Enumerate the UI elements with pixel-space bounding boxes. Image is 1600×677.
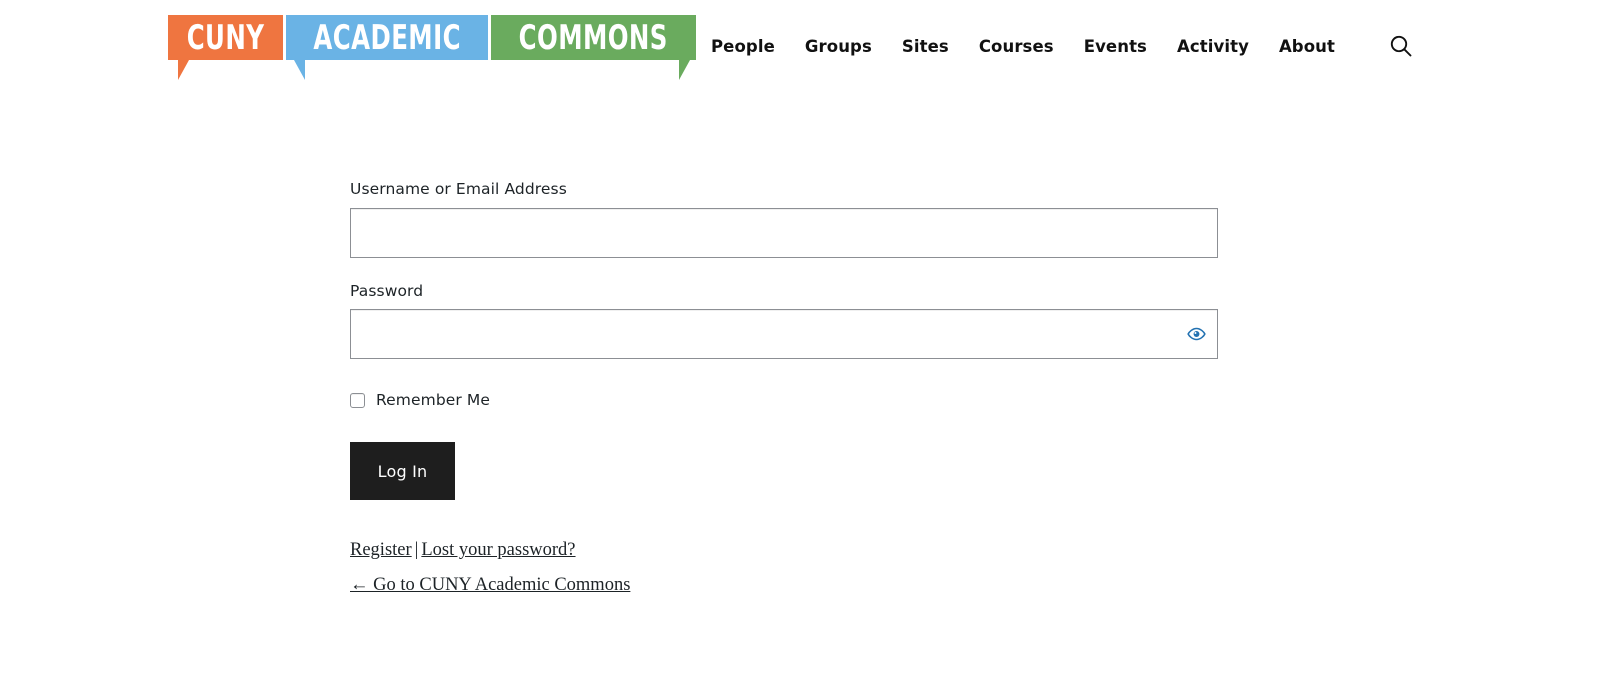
speech-tail-icon [294,60,306,80]
username-input[interactable] [350,207,1218,258]
main-navigation: People Groups Sites Courses Events Activ… [696,33,1600,59]
logo-block-commons: COMMONS [491,15,696,80]
search-icon[interactable] [1388,33,1414,59]
logo-text-commons: COMMONS [519,17,669,58]
password-field-group: Password [350,281,1600,360]
auth-links-row: Register | Lost your password? [350,540,1600,561]
nav-item-events[interactable]: Events [1069,37,1162,56]
remember-me-label[interactable]: Remember Me [376,391,490,409]
nav-item-activity[interactable]: Activity [1162,37,1264,56]
logo-block-academic: ACADEMIC [286,15,489,80]
logo-block-cuny: CUNY [168,15,284,80]
register-link[interactable]: Register [350,540,412,560]
password-input[interactable] [350,309,1218,360]
speech-tail-icon [178,60,189,80]
logo-text-cuny: CUNY [186,17,265,58]
remember-me-row: Remember Me [350,391,1600,409]
nav-item-groups[interactable]: Groups [790,37,887,56]
site-logo[interactable]: CUNY ACADEMIC COMMONS [168,15,696,80]
field-spacer [350,258,1600,281]
remember-me-checkbox[interactable] [350,392,365,408]
nav-item-courses[interactable]: Courses [964,37,1069,56]
nav-item-sites[interactable]: Sites [887,37,964,56]
login-form-container: Username or Email Address Password Remem… [0,92,1600,596]
site-header: CUNY ACADEMIC COMMONS People Groups Site… [0,0,1600,92]
back-to-site-link[interactable]: ← Go to CUNY Academic Commons [350,575,630,596]
nav-item-about[interactable]: About [1264,37,1350,56]
password-label: Password [350,281,424,300]
nav-item-people[interactable]: People [696,37,790,56]
logo-text-academic: ACADEMIC [313,17,461,58]
username-label: Username or Email Address [350,180,567,198]
speech-tail-icon [678,60,690,80]
username-field-group: Username or Email Address [350,179,1600,258]
log-in-button[interactable]: Log In [350,442,455,501]
login-form: Username or Email Address Password Remem… [350,179,1600,596]
field-spacer [350,359,1600,391]
eye-icon[interactable] [1185,323,1208,346]
lost-password-link[interactable]: Lost your password? [421,540,575,560]
password-input-wrapper [350,309,1218,360]
links-separator: | [414,540,419,561]
